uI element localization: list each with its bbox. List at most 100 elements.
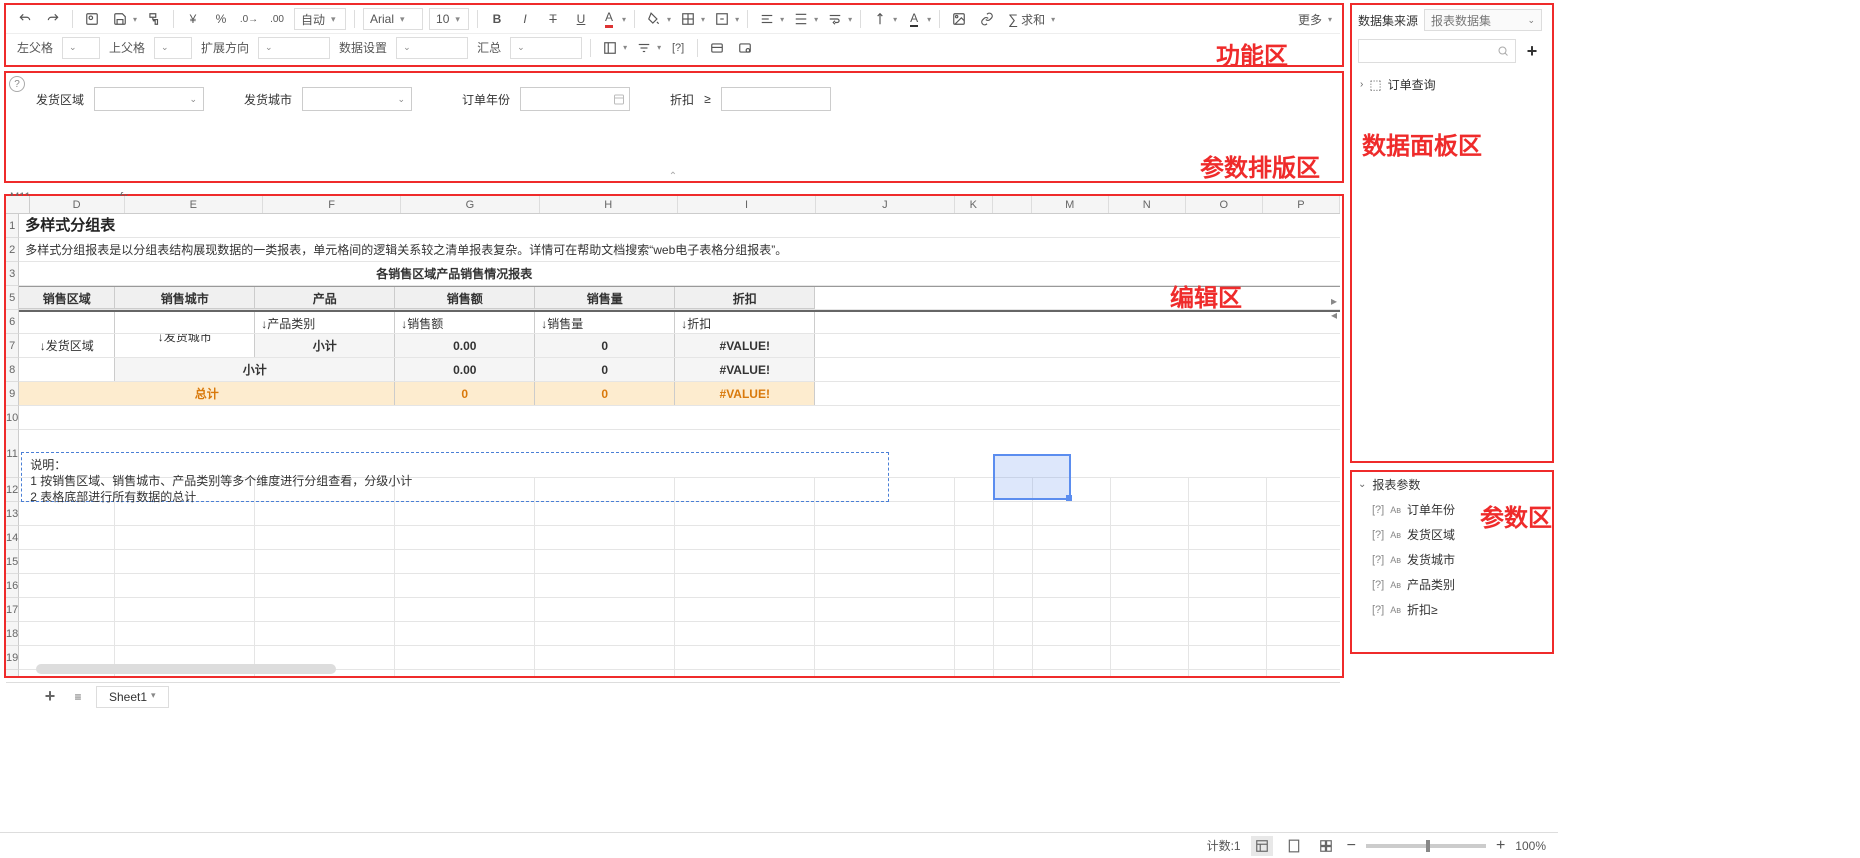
subtotal-qty[interactable]: 0 <box>535 334 675 357</box>
strikethrough-button[interactable]: T <box>542 8 564 30</box>
row-header[interactable]: 2 <box>6 238 19 262</box>
header-product[interactable]: 产品 <box>255 287 395 309</box>
subtotal-label[interactable]: 小计 <box>255 334 395 357</box>
redo-button[interactable] <box>42 8 64 30</box>
col-header[interactable]: K <box>955 196 994 213</box>
report-param-item[interactable]: [?]Aʙ产品类别 <box>1350 572 1550 597</box>
selected-cell[interactable] <box>993 454 1071 500</box>
col-header[interactable] <box>993 196 1032 213</box>
row-header[interactable]: 15 <box>6 550 19 574</box>
currency-button[interactable]: ¥ <box>182 8 204 30</box>
header-region[interactable]: 销售区域 <box>19 287 115 309</box>
total-label[interactable]: 总计 <box>19 382 395 405</box>
row-header[interactable]: 5 <box>6 286 19 310</box>
col-header[interactable]: I <box>678 196 816 213</box>
row-header[interactable]: 17 <box>6 598 19 622</box>
align-vertical-button[interactable] <box>790 8 812 30</box>
view-normal-button[interactable] <box>1251 836 1273 856</box>
summary-select[interactable]: ⌄ <box>510 37 582 59</box>
sum-button[interactable]: ∑求和 <box>1004 8 1049 30</box>
italic-button[interactable]: I <box>514 8 536 30</box>
param-region-select[interactable]: ⌄ <box>94 87 204 111</box>
subtotal2-disc[interactable]: #VALUE! <box>675 358 815 381</box>
undo-button[interactable] <box>14 8 36 30</box>
table-link-icon[interactable] <box>734 37 756 59</box>
format-painter-icon[interactable] <box>143 8 165 30</box>
underline-button[interactable]: U <box>570 8 592 30</box>
help-icon[interactable]: ? <box>9 76 25 92</box>
cell-city-merged[interactable]: ↓发货城市 <box>115 334 255 357</box>
row-header[interactable]: 20 <box>6 670 19 676</box>
insert-image-button[interactable] <box>948 8 970 30</box>
col-header[interactable]: E <box>125 196 263 213</box>
row-header[interactable]: 19 <box>6 646 19 670</box>
report-description[interactable]: 多样式分组报表是以分组表结构展现数据的一类报表，单元格间的逻辑关系较之清单报表复… <box>19 238 955 261</box>
header-city[interactable]: 销售城市 <box>115 287 255 309</box>
row-header[interactable]: 13 <box>6 502 19 526</box>
align-horizontal-button[interactable] <box>756 8 778 30</box>
col-header[interactable]: J <box>816 196 954 213</box>
cell-city[interactable] <box>115 312 255 333</box>
param-city-select[interactable]: ⌄ <box>302 87 412 111</box>
col-header[interactable]: G <box>401 196 539 213</box>
row-header[interactable]: 6 <box>6 310 19 334</box>
param-discount-input[interactable] <box>721 87 831 111</box>
param-year-input[interactable] <box>520 87 630 111</box>
freeze-icon[interactable] <box>599 37 621 59</box>
row-header[interactable]: 9 <box>6 382 19 406</box>
total-amt[interactable]: 0 <box>395 382 535 405</box>
cell-sales-amt[interactable]: ↓销售额 <box>395 312 535 333</box>
col-header[interactable]: D <box>30 196 125 213</box>
top-parent-select[interactable]: ⌄ <box>154 37 192 59</box>
cell-discount[interactable]: ↓折扣 <box>675 312 815 333</box>
horizontal-scrollbar[interactable] <box>36 664 336 674</box>
vertical-scroll-indicator[interactable]: ▸◂ <box>1330 294 1338 308</box>
row-header[interactable]: 1 <box>6 214 19 238</box>
increase-decimal-icon[interactable]: .00 <box>266 8 288 30</box>
subtotal-disc[interactable]: #VALUE! <box>675 334 815 357</box>
fill-color-button[interactable] <box>643 8 665 30</box>
subtotal-amt[interactable]: 0.00 <box>395 334 535 357</box>
add-sheet-button[interactable]: + <box>40 687 60 707</box>
dataset-source-select[interactable]: 报表数据集⌄ <box>1424 9 1542 31</box>
percent-button[interactable]: % <box>210 8 232 30</box>
text-direction-button[interactable] <box>869 8 891 30</box>
report-title[interactable]: 多样式分组表 <box>19 214 955 237</box>
note-box[interactable]: 说明： 1 按销售区域、销售城市、产品类别等多个维度进行分组查看，分级小计 2 … <box>21 452 889 502</box>
row-header[interactable]: 3 <box>6 262 19 286</box>
cell-sales-qty[interactable]: ↓销售量 <box>535 312 675 333</box>
zoom-slider[interactable] <box>1366 844 1486 848</box>
text-rotate-button[interactable]: A <box>903 8 925 30</box>
col-header[interactable]: O <box>1186 196 1263 213</box>
col-header[interactable]: N <box>1109 196 1186 213</box>
row-header[interactable]: 7 <box>6 334 19 358</box>
header-sales-amt[interactable]: 销售额 <box>395 287 535 309</box>
save-icon[interactable] <box>109 8 131 30</box>
filter-sort-icon[interactable] <box>633 37 655 59</box>
selection-handle[interactable] <box>1066 495 1072 501</box>
report-param-item[interactable]: [?]Aʙ折扣≥ <box>1350 597 1550 622</box>
cell-region[interactable] <box>19 312 115 333</box>
subtotal2-amt[interactable]: 0.00 <box>395 358 535 381</box>
cell-region-merged[interactable]: ↓发货区域 <box>19 334 115 357</box>
data-setting-select[interactable]: ⌄ <box>396 37 468 59</box>
row-header[interactable]: 12 <box>6 478 19 502</box>
view-break-button[interactable] <box>1315 836 1337 856</box>
report-param-item[interactable]: [?]Aʙ发货城市 <box>1350 547 1550 572</box>
row-header[interactable]: 18 <box>6 622 19 646</box>
row-header[interactable]: 11 <box>6 430 19 478</box>
sheet-list-button[interactable]: ≡ <box>68 687 88 707</box>
font-family-select[interactable]: Arial▾ <box>363 8 423 30</box>
cell-region-merged2[interactable] <box>19 358 115 381</box>
total-qty[interactable]: 0 <box>535 382 675 405</box>
left-parent-select[interactable]: ⌄ <box>62 37 100 59</box>
col-header[interactable]: H <box>540 196 678 213</box>
row-header[interactable]: 14 <box>6 526 19 550</box>
row-header[interactable]: 8 <box>6 358 19 382</box>
font-size-select[interactable]: 10▾ <box>429 8 469 30</box>
decrease-decimal-icon[interactable]: .0→ <box>238 8 260 30</box>
font-color-button[interactable]: A <box>598 8 620 30</box>
col-header[interactable]: M <box>1032 196 1109 213</box>
zoom-out-button[interactable]: − <box>1347 837 1356 855</box>
cell-product[interactable]: ↓产品类别 <box>255 312 395 333</box>
